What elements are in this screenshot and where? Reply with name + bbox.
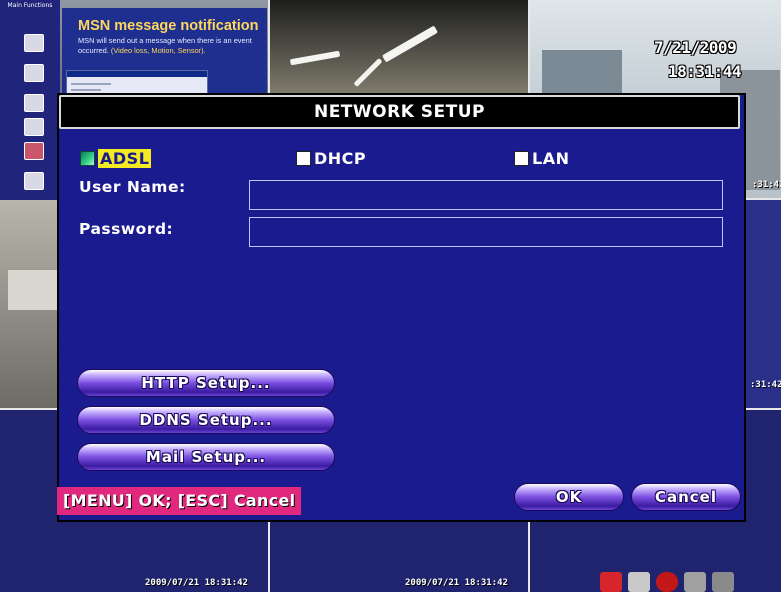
username-label: User Name: (79, 178, 186, 196)
record-status-icon (656, 572, 678, 592)
side-menu-title: Main Functions (7, 2, 53, 9)
osd-time: 18:31:44 (668, 62, 742, 81)
password-label: Password: (79, 220, 174, 238)
ddns-setup-button[interactable]: DDNS Setup... (77, 406, 335, 434)
dialog-title-bar: NETWORK SETUP (59, 95, 740, 129)
keyboard-hint: [MENU] OK; [ESC] Cancel (57, 487, 302, 515)
cam-time-stamp-right-2: :31:42 (750, 380, 781, 390)
password-input[interactable] (249, 217, 723, 247)
msn-description-highlight: (Video loss, Motion, Sensor). (110, 45, 206, 55)
dialog-title: NETWORK SETUP (313, 102, 486, 122)
msn-title: MSN message notification (78, 18, 259, 34)
edit-icon (24, 94, 44, 112)
lock-icon (712, 572, 734, 592)
dhcp-checkbox[interactable] (296, 150, 311, 166)
option-adsl[interactable]: ADSL (80, 147, 152, 169)
cam-time-stamp-bottom-2: 2009/07/21 18:31:42 (405, 578, 508, 588)
monitor-icon (24, 34, 44, 52)
record-icon (24, 118, 44, 136)
mail-setup-button[interactable]: Mail Setup... (77, 443, 335, 471)
cancel-button[interactable]: Cancel (631, 483, 741, 511)
cam-time-stamp-bottom-1: 2009/07/21 18:31:42 (145, 578, 248, 588)
osd-date: 7/21/2009 (654, 38, 737, 57)
username-input[interactable] (249, 180, 723, 210)
search-icon (24, 172, 44, 190)
adsl-label: ADSL (98, 148, 152, 168)
adsl-checkbox[interactable] (80, 150, 95, 166)
ok-button[interactable]: OK (514, 483, 624, 511)
cam-time-stamp-right-1: :31:42 (752, 180, 781, 190)
dhcp-label: DHCP (314, 148, 367, 168)
network-setup-dialog: NETWORK SETUP ADSL DHCP LAN User Name: P… (57, 93, 746, 522)
lan-checkbox[interactable] (514, 150, 529, 166)
option-lan[interactable]: LAN (514, 147, 569, 169)
io-status-icon (600, 572, 622, 592)
side-function-menu: Main Functions (0, 0, 60, 200)
start-icon (24, 64, 44, 82)
option-dhcp[interactable]: DHCP (296, 147, 366, 169)
network-status-icon (684, 572, 706, 592)
tools-icon (24, 142, 44, 160)
msn-description: MSN will send out a message when there i… (78, 36, 266, 55)
storage-icon (628, 572, 650, 592)
http-setup-button[interactable]: HTTP Setup... (77, 369, 335, 397)
lan-label: LAN (532, 148, 570, 168)
